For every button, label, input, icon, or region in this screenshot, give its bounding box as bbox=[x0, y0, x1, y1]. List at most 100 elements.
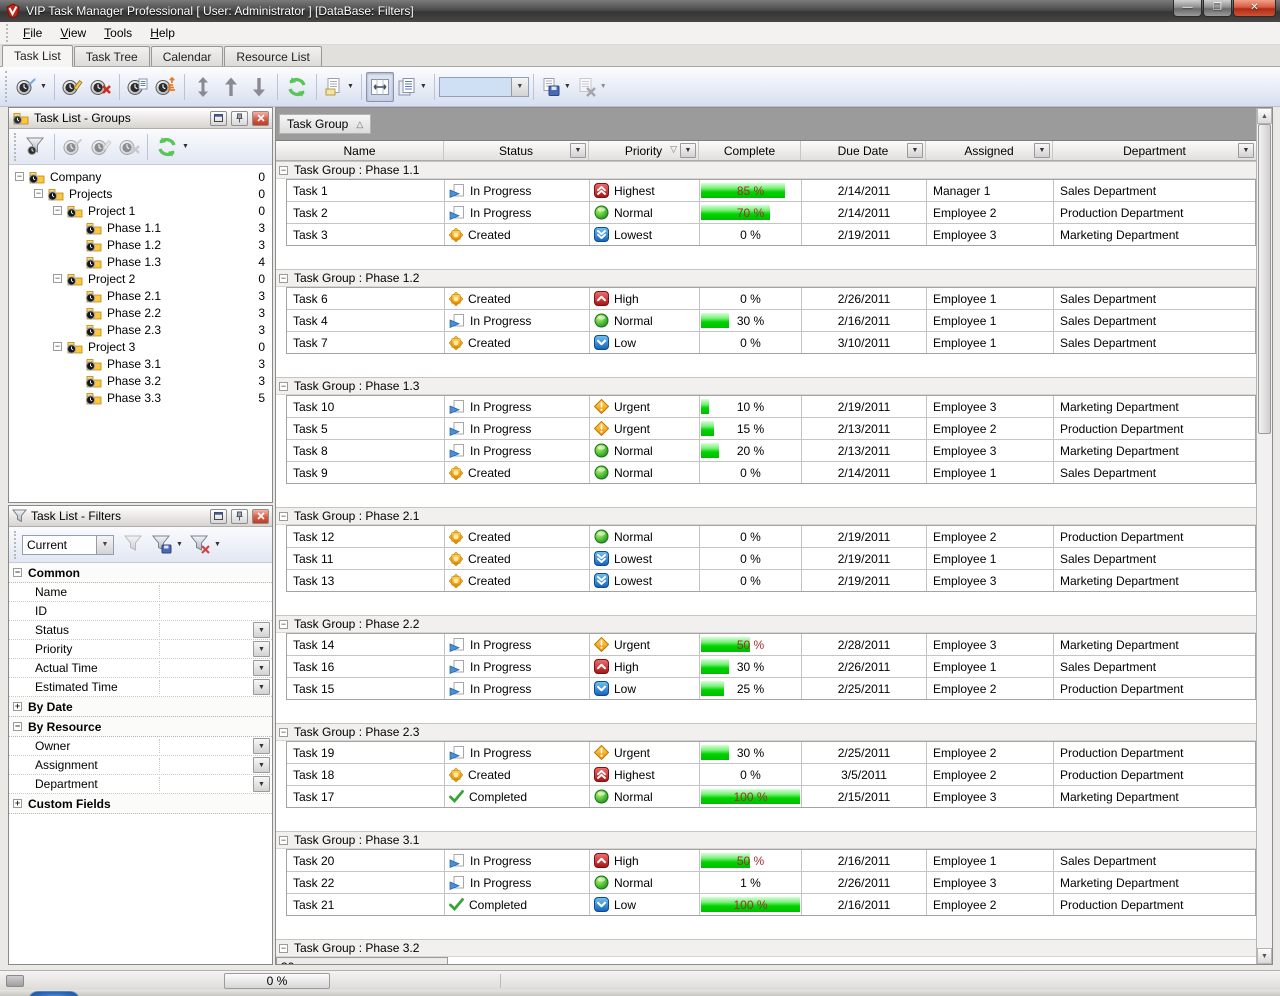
expand-icon[interactable]: + bbox=[13, 799, 22, 808]
view-preset-combo[interactable]: ▼ bbox=[439, 77, 529, 97]
column-header-name[interactable]: Name bbox=[276, 141, 444, 160]
new-task-button[interactable]: ▼ bbox=[13, 72, 50, 102]
collapse-icon[interactable]: − bbox=[279, 166, 288, 175]
edit-group-button[interactable] bbox=[87, 132, 115, 162]
tab-task-list[interactable]: Task List bbox=[2, 45, 73, 67]
scroll-up-icon[interactable]: ▲ bbox=[1257, 108, 1272, 124]
tree-item-phase-2-1[interactable]: Phase 2.13 bbox=[9, 287, 272, 304]
task-row[interactable]: Task 13CreatedLowest0 %2/19/2011Employee… bbox=[287, 569, 1255, 591]
task-row[interactable]: Task 15In ProgressLow25 %2/25/2011Employ… bbox=[287, 677, 1255, 699]
filter-row-department[interactable]: Department▼ bbox=[9, 775, 272, 794]
chevron-down-icon[interactable]: ▼ bbox=[40, 83, 47, 90]
inline-edit-input[interactable]: 30 bbox=[276, 957, 448, 964]
delete-layout-button[interactable]: ▼ bbox=[574, 72, 610, 102]
chevron-down-icon[interactable]: ▼ bbox=[253, 757, 270, 773]
group-by-button[interactable]: Task Group △ bbox=[279, 114, 371, 134]
task-row[interactable]: Task 8In ProgressNormal20 %2/13/2011Empl… bbox=[287, 439, 1255, 461]
column-header-status[interactable]: Status▼ bbox=[444, 141, 589, 160]
fit-columns-button[interactable] bbox=[366, 72, 394, 102]
chevron-down-icon[interactable]: ▼ bbox=[570, 143, 586, 158]
save-layout-button[interactable]: ▼ bbox=[538, 72, 574, 102]
task-row[interactable]: Task 11CreatedLowest0 %2/19/2011Employee… bbox=[287, 547, 1255, 569]
column-header-complete[interactable]: Complete bbox=[699, 141, 801, 160]
collapse-icon[interactable]: − bbox=[53, 342, 62, 351]
chevron-down-icon[interactable]: ▼ bbox=[600, 83, 607, 90]
collapse-icon[interactable]: − bbox=[15, 172, 24, 181]
menu-help[interactable]: Help bbox=[141, 23, 184, 43]
chevron-down-icon[interactable]: ▼ bbox=[347, 83, 354, 90]
vertical-scrollbar[interactable]: ▲ ▼ bbox=[1256, 108, 1272, 964]
chevron-down-icon[interactable]: ▼ bbox=[511, 78, 528, 96]
tree-item-phase-2-3[interactable]: Phase 2.33 bbox=[9, 321, 272, 338]
tab-calendar[interactable]: Calendar bbox=[151, 46, 224, 66]
task-row[interactable]: Task 3CreatedLowest0 %2/19/2011Employee … bbox=[287, 223, 1255, 245]
chevron-down-icon[interactable]: ▼ bbox=[907, 143, 923, 158]
chevron-down-icon[interactable]: ▼ bbox=[253, 738, 270, 754]
collapse-icon[interactable]: − bbox=[53, 206, 62, 215]
column-header-assigned[interactable]: Assigned▼ bbox=[926, 141, 1053, 160]
tree-item-project-1[interactable]: −Project 10 bbox=[9, 202, 272, 219]
task-row[interactable]: Task 19In ProgressUrgent30 %2/25/2011Emp… bbox=[287, 741, 1255, 763]
filter-section-custom-fields[interactable]: +Custom Fields bbox=[9, 794, 272, 814]
collapse-icon[interactable]: − bbox=[279, 836, 288, 845]
new-group-button[interactable] bbox=[59, 132, 87, 162]
column-header-department[interactable]: Department▼ bbox=[1053, 141, 1256, 160]
chevron-down-icon[interactable]: ▼ bbox=[253, 641, 270, 657]
tree-item-projects[interactable]: −Projects0 bbox=[9, 185, 272, 202]
chevron-down-icon[interactable]: ▼ bbox=[1238, 143, 1254, 158]
tree-item-phase-2-2[interactable]: Phase 2.23 bbox=[9, 304, 272, 321]
collapse-icon[interactable]: − bbox=[53, 274, 62, 283]
restore-button[interactable]: ❐ bbox=[1203, 0, 1232, 17]
filter-row-id[interactable]: ID bbox=[9, 602, 272, 621]
scrollbar-thumb[interactable] bbox=[1258, 124, 1271, 434]
tree-item-project-2[interactable]: −Project 20 bbox=[9, 270, 272, 287]
tree-item-project-3[interactable]: −Project 30 bbox=[9, 338, 272, 355]
column-header-priority[interactable]: Priority▽▼ bbox=[589, 141, 699, 160]
chevron-down-icon[interactable]: ▼ bbox=[564, 83, 571, 90]
chevron-down-icon[interactable]: ▼ bbox=[253, 679, 270, 695]
chevron-down-icon[interactable]: ▼ bbox=[1034, 143, 1050, 158]
filter-preset-combo[interactable]: Current ▼ bbox=[22, 535, 114, 555]
tree-item-phase-3-2[interactable]: Phase 3.23 bbox=[9, 372, 272, 389]
tab-resource-list[interactable]: Resource List bbox=[224, 46, 321, 66]
move-task-up-button[interactable] bbox=[217, 72, 245, 102]
task-row[interactable]: Task 21CompletedLow100 %2/16/2011Employe… bbox=[287, 893, 1255, 915]
expand-icon[interactable]: + bbox=[13, 702, 22, 711]
tree-item-company[interactable]: −Company0 bbox=[9, 168, 272, 185]
task-row[interactable]: Task 10In ProgressUrgent10 %2/19/2011Emp… bbox=[287, 395, 1255, 417]
filters-close-icon[interactable] bbox=[252, 509, 269, 524]
scrollbar-track[interactable] bbox=[1257, 124, 1272, 948]
filter-row-name[interactable]: Name bbox=[9, 583, 272, 602]
chevron-down-icon[interactable]: ▼ bbox=[182, 143, 189, 150]
filter-row-priority[interactable]: Priority▼ bbox=[9, 640, 272, 659]
task-row[interactable]: Task 6CreatedHigh0 %2/26/2011Employee 1S… bbox=[287, 287, 1255, 309]
close-button[interactable]: ✕ bbox=[1233, 0, 1276, 17]
groups-close-icon[interactable] bbox=[252, 111, 269, 126]
apply-filter-button[interactable] bbox=[120, 530, 148, 560]
chevron-down-icon[interactable]: ▼ bbox=[176, 541, 183, 548]
chevron-down-icon[interactable]: ▼ bbox=[96, 536, 113, 554]
chevron-down-icon[interactable]: ▼ bbox=[253, 660, 270, 676]
chevron-down-icon[interactable]: ▼ bbox=[253, 622, 270, 638]
scroll-down-icon[interactable]: ▼ bbox=[1257, 948, 1272, 964]
edit-task-button[interactable] bbox=[59, 72, 87, 102]
task-group-header[interactable]: −Task Group : Phase 2.3 bbox=[276, 723, 1256, 741]
filters-pin-icon[interactable] bbox=[231, 509, 248, 524]
task-row[interactable]: Task 7CreatedLow0 %3/10/2011Employee 1Sa… bbox=[287, 331, 1255, 353]
filter-section-common[interactable]: −Common bbox=[9, 563, 272, 583]
task-row[interactable]: Task 20In ProgressHigh50 %2/16/2011Emplo… bbox=[287, 849, 1255, 871]
task-row[interactable]: Task 16In ProgressHigh30 %2/26/2011Emplo… bbox=[287, 655, 1255, 677]
collapse-icon[interactable]: − bbox=[279, 944, 288, 953]
filter-row-estimated-time[interactable]: Estimated Time▼ bbox=[9, 678, 272, 697]
task-group-header[interactable]: −Task Group : Phase 1.3 bbox=[276, 377, 1256, 395]
collapse-icon[interactable]: − bbox=[279, 620, 288, 629]
chevron-down-icon[interactable]: ▼ bbox=[420, 83, 427, 90]
menu-tools[interactable]: Tools bbox=[95, 23, 141, 43]
save-filter-button[interactable]: ▼ bbox=[148, 530, 186, 560]
menu-file[interactable]: File bbox=[14, 23, 51, 43]
filter-section-by-date[interactable]: +By Date bbox=[9, 697, 272, 717]
collapse-icon[interactable]: − bbox=[34, 189, 43, 198]
filters-restore-icon[interactable] bbox=[210, 509, 227, 524]
task-group-header[interactable]: −Task Group : Phase 1.1 bbox=[276, 161, 1256, 179]
task-row[interactable]: Task 5In ProgressUrgent15 %2/13/2011Empl… bbox=[287, 417, 1255, 439]
